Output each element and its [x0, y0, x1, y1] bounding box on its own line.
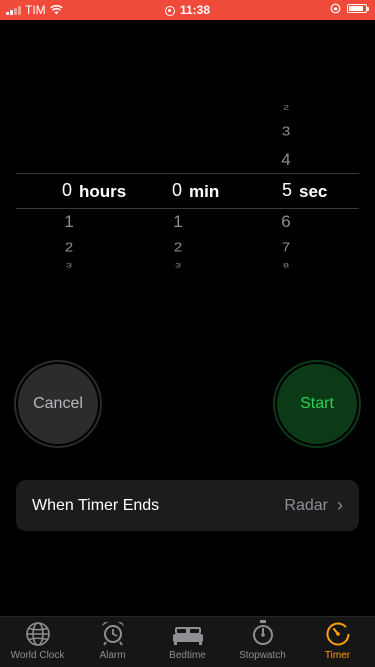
hours-option[interactable]: 3 — [57, 263, 81, 270]
tab-label: Alarm — [99, 650, 126, 661]
chevron-right-icon: › — [337, 495, 343, 515]
seconds-option[interactable]: 2 — [274, 105, 298, 112]
when-timer-ends-row[interactable]: When Timer Ends Radar › — [16, 480, 359, 531]
tab-bedtime[interactable]: Bedtime — [150, 617, 225, 667]
start-button[interactable]: Start — [273, 360, 361, 448]
stopwatch-icon — [252, 620, 273, 645]
tab-stopwatch[interactable]: Stopwatch — [225, 617, 300, 667]
timer-icon — [326, 622, 349, 646]
tab-world-clock[interactable]: World Clock — [0, 617, 75, 667]
tab-alarm[interactable]: Alarm — [75, 617, 150, 667]
selection-top-line — [16, 173, 359, 174]
status-right — [330, 3, 369, 14]
seconds-option[interactable]: 6 — [274, 212, 298, 232]
seconds-option[interactable]: 8 — [274, 263, 298, 270]
status-time: 11:38 — [0, 3, 375, 17]
hours-unit-label: hours — [79, 182, 127, 201]
tab-timer[interactable]: Timer — [300, 617, 375, 667]
hours-option[interactable]: 1 — [57, 212, 81, 232]
seconds-unit-label: sec — [299, 182, 328, 201]
minutes-unit-label: min — [189, 182, 220, 201]
status-bar: TIM 11:38 — [0, 0, 375, 20]
sound-value: Radar — [284, 496, 328, 514]
tab-label: Stopwatch — [239, 650, 286, 661]
battery-icon — [347, 4, 369, 13]
hours-option[interactable]: 2 — [57, 240, 81, 254]
alarm-clock-icon — [101, 621, 124, 646]
hours-selected[interactable]: 0 — [55, 180, 79, 201]
seconds-selected[interactable]: 5 — [275, 180, 299, 201]
tab-label: World Clock — [10, 650, 65, 661]
orientation-lock-icon — [330, 3, 341, 14]
cancel-button[interactable]: Cancel — [14, 360, 102, 448]
bed-icon — [172, 627, 203, 645]
globe-icon — [25, 622, 50, 646]
when-timer-ends-label: When Timer Ends — [32, 496, 160, 514]
seconds-option[interactable]: 7 — [274, 240, 298, 254]
tab-label: Timer — [324, 650, 351, 661]
minutes-selected[interactable]: 0 — [165, 180, 189, 201]
minutes-option[interactable]: 1 — [166, 212, 190, 232]
tab-bar: World Clock Alarm Bedtime Stopwatch Time… — [0, 616, 375, 667]
seconds-option[interactable]: 3 — [274, 124, 298, 138]
timer-picker[interactable]: 2 3 4 0 hours 0 min 5 sec 1 2 3 1 2 3 6 … — [0, 95, 375, 295]
time-text: 11:38 — [179, 3, 211, 17]
recording-icon — [164, 6, 175, 16]
seconds-option[interactable]: 4 — [274, 150, 298, 170]
tab-label: Bedtime — [169, 650, 206, 661]
minutes-option[interactable]: 3 — [166, 263, 190, 270]
minutes-option[interactable]: 2 — [166, 240, 190, 254]
selection-bottom-line — [16, 208, 359, 209]
